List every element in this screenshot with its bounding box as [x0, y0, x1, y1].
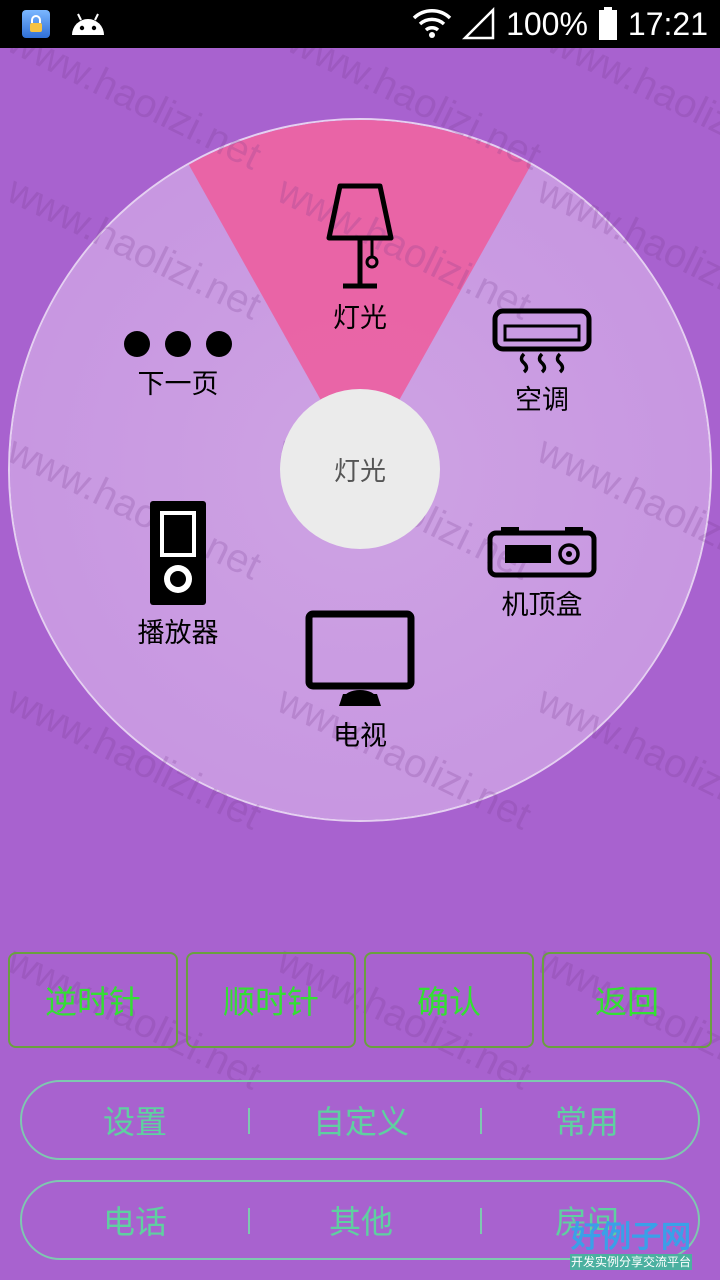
wheel-item-label: 机顶盒 — [501, 590, 583, 621]
tab-common[interactable]: 常用 — [474, 1082, 700, 1158]
wheel-item-media-player[interactable]: 播放器 — [118, 499, 238, 650]
site-logo: 好例子网 开发实例分享交流平台 — [570, 1222, 692, 1272]
wheel-item-label: 空调 — [515, 385, 569, 416]
back-button[interactable]: 返回 — [542, 952, 712, 1048]
tab-other[interactable]: 其他 — [248, 1182, 474, 1258]
tab-settings[interactable]: 设置 — [22, 1082, 248, 1158]
clockwise-button[interactable]: 顺时针 — [186, 952, 356, 1048]
tab-label: 电话 — [102, 1203, 167, 1241]
confirm-button[interactable]: 确认 — [364, 952, 534, 1048]
signal-icon — [462, 7, 495, 40]
tab-label: 自定义 — [312, 1103, 409, 1141]
back-label: 返回 — [594, 983, 659, 1021]
tab-label: 常用 — [554, 1103, 619, 1141]
status-bar: 100% 17:21 — [0, 0, 720, 48]
wheel-item-air-conditioner[interactable]: 空调 — [482, 308, 602, 417]
battery-percent: 100% — [506, 5, 588, 42]
logo-main-text: 好例子网 — [571, 1220, 691, 1255]
wheel-item-label: 电视 — [333, 721, 387, 752]
more-dots-icon — [124, 331, 232, 357]
air-conditioner-icon — [492, 308, 592, 374]
wheel-center-button[interactable]: 灯光 — [280, 389, 440, 549]
confirm-label: 确认 — [416, 983, 481, 1021]
battery-icon — [598, 7, 617, 40]
wheel-item-light[interactable]: 灯光 — [300, 182, 420, 335]
wheel-item-set-top-box[interactable]: 机顶盒 — [478, 527, 606, 622]
tab-label: 设置 — [102, 1103, 167, 1141]
wheel-item-next-page[interactable]: 下一页 — [118, 330, 238, 401]
set-top-box-icon — [487, 527, 597, 578]
tab-phone[interactable]: 电话 — [22, 1182, 248, 1258]
android-debug-icon — [72, 13, 104, 35]
clock: 17:21 — [627, 5, 708, 42]
counterclockwise-label: 逆时针 — [44, 983, 141, 1021]
tv-icon — [305, 610, 415, 706]
counterclockwise-button[interactable]: 逆时针 — [8, 952, 178, 1048]
wheel-item-label: 下一页 — [137, 369, 219, 400]
wifi-icon — [412, 9, 452, 38]
media-player-icon — [150, 501, 206, 605]
selected-device-label: 灯光 — [333, 456, 386, 487]
tab-custom[interactable]: 自定义 — [248, 1082, 474, 1158]
wheel-item-label: 播放器 — [137, 618, 219, 649]
tab-label: 其他 — [328, 1203, 393, 1241]
app-lock-icon — [22, 10, 50, 38]
wheel-item-tv[interactable]: 电视 — [300, 610, 420, 753]
tab-bar-primary: 设置 自定义 常用 — [20, 1080, 700, 1160]
logo-sub-text: 开发实例分享交流平台 — [570, 1254, 692, 1270]
clockwise-label: 顺时针 — [222, 983, 319, 1021]
wheel-item-label: 灯光 — [333, 303, 387, 334]
lamp-icon — [326, 183, 394, 289]
